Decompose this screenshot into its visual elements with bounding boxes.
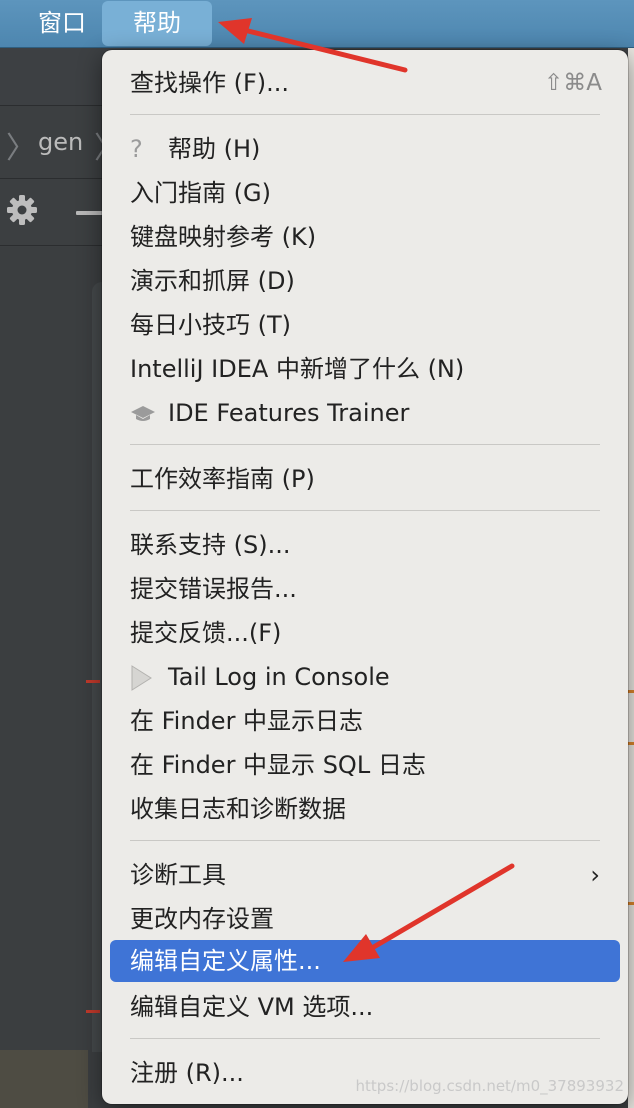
menu-item-label: 提交反馈...(F) [130,619,282,647]
menu-item-label: 在 Finder 中显示 SQL 日志 [130,751,426,779]
menu-item-productivity-guide[interactable]: 工作效率指南 (P) [110,458,620,500]
menu-item-label: 帮助 (H) [168,135,261,163]
menu-item-show-sql-log-in-finder[interactable]: 在 Finder 中显示 SQL 日志 [110,744,620,786]
menu-item-tip-of-the-day[interactable]: 每日小技巧 (T) [110,304,620,346]
gear-icon[interactable] [4,192,40,228]
menu-separator [130,840,600,841]
menu-item-label: 演示和抓屏 (D) [130,267,295,295]
project-pane [0,247,92,1108]
menu-item-label: 注册 (R)... [130,1059,244,1087]
menubar-window[interactable]: 窗口 [22,0,102,46]
menu-item-features-trainer[interactable]: IDE Features Trainer [110,392,620,434]
menu-item-diagnostic-tools[interactable]: 诊断工具 › [110,854,620,896]
menu-separator [130,444,600,445]
error-marker [86,680,100,683]
question-icon: ? [130,135,143,163]
menu-item-tail-log[interactable]: Tail Log in Console [110,656,620,698]
menu-item-label: 提交错误报告... [130,575,297,603]
menu-item-find-action[interactable]: 查找操作 (F)... ⇧⌘A [110,62,620,104]
menu-item-edit-custom-properties[interactable]: 编辑自定义属性... [110,940,620,982]
menu-item-label: 工作效率指南 (P) [130,465,315,493]
menu-item-label: 联系支持 (S)... [130,531,291,559]
menu-item-edit-custom-vm-options[interactable]: 编辑自定义 VM 选项... [110,986,620,1028]
menu-item-label: 入门指南 (G) [130,179,271,207]
menu-item-label: IntelliJ IDEA 中新增了什么 (N) [130,355,465,383]
menu-item-demos-screencasts[interactable]: 演示和抓屏 (D) [110,260,620,302]
menu-item-submit-feedback[interactable]: 提交反馈...(F) [110,612,620,654]
shortcut-label: ⇧⌘A [543,70,602,96]
menu-separator [130,1038,600,1039]
menubar-help[interactable]: 帮助 [102,1,212,46]
menu-separator [130,510,600,511]
play-icon [130,656,168,698]
menu-item-label: 收集日志和诊断数据 [130,795,346,823]
menu-item-label: 编辑自定义 VM 选项... [130,993,374,1021]
collapse-icon[interactable] [76,211,104,215]
graduation-cap-icon [130,392,168,434]
menu-item-help[interactable]: ? 帮助 (H) [110,128,620,170]
menu-bar: 窗口 帮助 [0,0,634,48]
menu-item-label: 编辑自定义属性... [130,947,321,975]
menu-item-getting-started[interactable]: 入门指南 (G) [110,172,620,214]
menu-item-show-log-in-finder[interactable]: 在 Finder 中显示日志 [110,700,620,742]
menu-item-whats-new[interactable]: IntelliJ IDEA 中新增了什么 (N) [110,348,620,390]
menu-item-keymap-reference[interactable]: 键盘映射参考 (K) [110,216,620,258]
menu-item-submit-bug-report[interactable]: 提交错误报告... [110,568,620,610]
menu-item-label: IDE Features Trainer [168,399,410,427]
menu-item-label: 键盘映射参考 (K) [130,223,317,251]
breadcrumb-separator: 〉 [6,131,36,166]
status-block [0,1050,88,1108]
menu-item-change-memory-settings[interactable]: 更改内存设置 [110,898,620,940]
chevron-right-icon: › [590,861,600,889]
menu-item-label: 查找操作 (F)... [130,69,290,97]
menu-item-label: Tail Log in Console [168,663,390,691]
menu-separator [130,114,600,115]
right-edge-pane [628,48,634,1108]
menu-item-label: 每日小技巧 (T) [130,311,292,339]
breadcrumb-item-gen[interactable]: gen [38,128,83,156]
help-menu: 查找操作 (F)... ⇧⌘A ? 帮助 (H) 入门指南 (G) 键盘映射参考 … [102,50,628,1104]
menu-item-label: 更改内存设置 [130,905,274,933]
menu-item-collect-logs[interactable]: 收集日志和诊断数据 [110,788,620,830]
menu-item-label: 在 Finder 中显示日志 [130,707,364,735]
error-marker [86,1010,100,1013]
menu-item-label: 诊断工具 [130,861,226,889]
watermark: https://blog.csdn.net/m0_37893932 [355,1077,624,1095]
menu-item-contact-support[interactable]: 联系支持 (S)... [110,524,620,566]
